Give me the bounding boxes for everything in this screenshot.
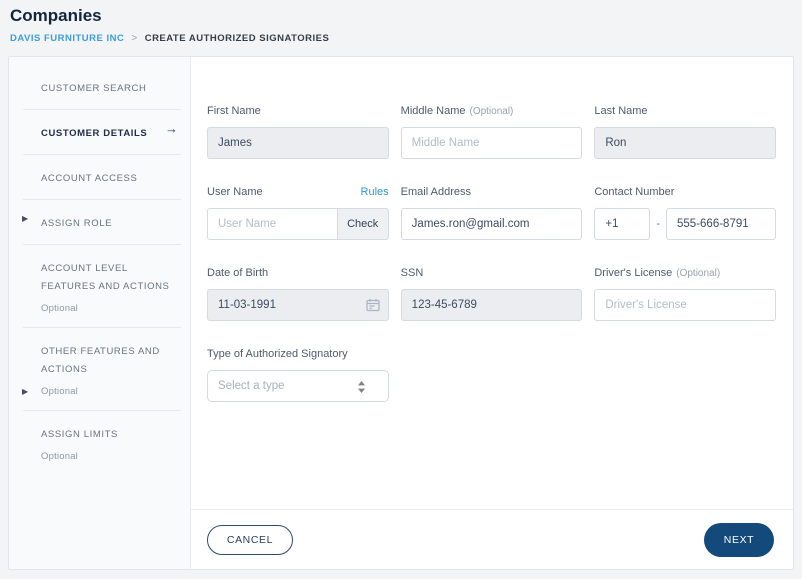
contact-number-label: Contact Number (594, 186, 674, 198)
page-header: Companies DAVIS FURNITURE INC > CREATE A… (0, 0, 802, 44)
content-panel: CUSTOMER SEARCH CUSTOMER DETAILS → ACCOU… (8, 56, 794, 570)
signatory-form: First Name Middle Name (Optional) Last N… (191, 57, 793, 509)
check-username-button[interactable]: Check (337, 208, 389, 240)
sidebar-item-customer-details[interactable]: CUSTOMER DETAILS → (9, 110, 190, 154)
country-code-field[interactable] (594, 208, 650, 240)
form-row-2: User Name Rules Check Email Address (207, 186, 776, 240)
last-name-label: Last Name (594, 105, 647, 117)
sidebar-item-account-access[interactable]: ACCOUNT ACCESS (9, 155, 190, 199)
middle-name-label: Middle Name (401, 105, 466, 117)
optional-tag: Optional (41, 451, 176, 462)
user-name-field[interactable] (207, 208, 338, 240)
middle-name-field[interactable] (401, 127, 583, 159)
cancel-button[interactable]: CANCEL (207, 525, 293, 555)
form-row-3: Date of Birth (207, 267, 776, 321)
user-name-label: User Name (207, 186, 263, 198)
email-field[interactable] (401, 208, 583, 240)
expand-caret-icon[interactable]: ▶ (22, 214, 28, 223)
expand-caret-icon[interactable]: ▶ (22, 387, 28, 396)
user-name-cell: User Name Rules Check (207, 186, 389, 240)
signatory-type-label: Type of Authorized Signatory (207, 348, 348, 360)
breadcrumb-current: CREATE AUTHORIZED SIGNATORIES (145, 33, 330, 44)
ssn-field (401, 289, 583, 321)
email-cell: Email Address (401, 186, 583, 240)
ssn-label: SSN (401, 267, 424, 279)
form-footer: CANCEL NEXT (191, 509, 793, 569)
optional-tag: ▶ Optional (41, 386, 176, 397)
first-name-field (207, 127, 389, 159)
breadcrumb: DAVIS FURNITURE INC > CREATE AUTHORIZED … (10, 33, 792, 44)
active-step-arrow-icon: → (165, 121, 178, 136)
middle-name-optional-tag: (Optional) (469, 106, 513, 117)
sidebar-item-customer-search[interactable]: CUSTOMER SEARCH (9, 65, 190, 109)
ssn-cell: SSN (401, 267, 583, 321)
form-row-4: Type of Authorized Signatory Select a ty… (207, 348, 776, 402)
select-updown-icon (357, 380, 366, 397)
wizard-sidebar: CUSTOMER SEARCH CUSTOMER DETAILS → ACCOU… (9, 57, 191, 569)
last-name-field (594, 127, 776, 159)
breadcrumb-parent-link[interactable]: DAVIS FURNITURE INC (10, 33, 124, 44)
dob-cell: Date of Birth (207, 267, 389, 321)
signatory-type-select[interactable]: Select a type (207, 370, 389, 402)
sidebar-item-assign-role[interactable]: ▶ ASSIGN ROLE (9, 200, 190, 244)
first-name-cell: First Name (207, 105, 389, 159)
drivers-license-field[interactable] (594, 289, 776, 321)
sidebar-item-account-level-features[interactable]: ACCOUNT LEVEL FEATURES AND ACTIONS Optio… (9, 245, 190, 327)
last-name-cell: Last Name (594, 105, 776, 159)
drivers-license-label: Driver's License (594, 267, 672, 279)
contact-number-cell: Contact Number - (594, 186, 776, 240)
drivers-license-cell: Driver's License (Optional) (594, 267, 776, 321)
dob-label: Date of Birth (207, 267, 268, 279)
breadcrumb-separator-icon: > (131, 33, 137, 44)
email-label: Email Address (401, 186, 471, 198)
next-button[interactable]: NEXT (704, 523, 774, 557)
sidebar-item-other-features[interactable]: OTHER FEATURES AND ACTIONS ▶ Optional (9, 328, 190, 410)
form-main: First Name Middle Name (Optional) Last N… (191, 57, 793, 569)
page-title: Companies (10, 5, 792, 27)
sidebar-item-assign-limits[interactable]: ASSIGN LIMITS Optional (9, 411, 190, 475)
middle-name-cell: Middle Name (Optional) (401, 105, 583, 159)
rules-link[interactable]: Rules (361, 186, 389, 198)
phone-number-field[interactable] (666, 208, 776, 240)
form-row-1: First Name Middle Name (Optional) Last N… (207, 105, 776, 159)
drivers-license-optional-tag: (Optional) (676, 268, 720, 279)
signatory-type-value: Select a type (218, 380, 284, 392)
first-name-label: First Name (207, 105, 261, 117)
signatory-type-cell: Type of Authorized Signatory Select a ty… (207, 348, 389, 402)
calendar-icon (366, 298, 380, 317)
dob-field (207, 289, 389, 321)
contact-separator: - (656, 218, 660, 230)
optional-tag: Optional (41, 303, 176, 314)
